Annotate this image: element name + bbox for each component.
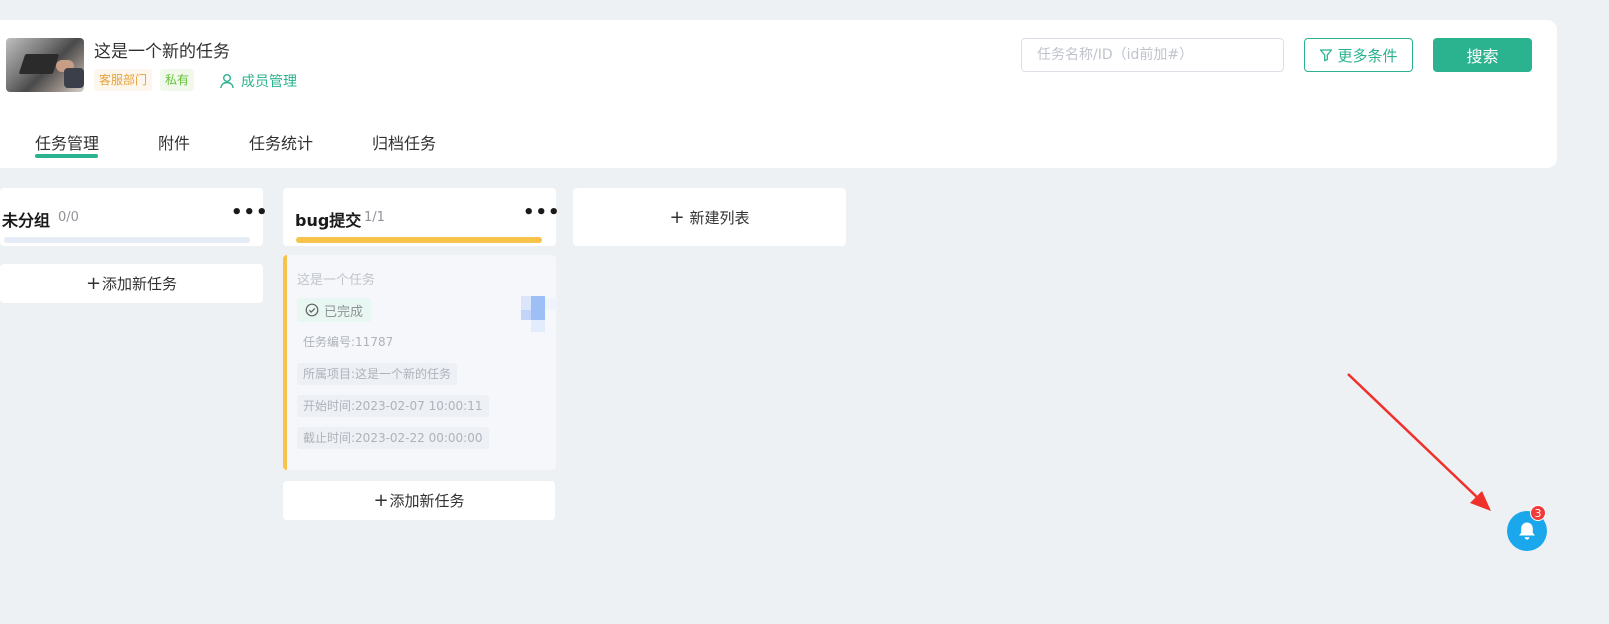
add-task-button[interactable]: + 添加新任务	[0, 264, 263, 303]
notification-count-badge: 3	[1530, 505, 1546, 521]
new-list-button[interactable]: + 新建列表	[573, 188, 846, 246]
check-circle-icon	[305, 303, 319, 317]
task-project: 所属项目:这是一个新的任务	[297, 363, 458, 385]
tab-task-statistics[interactable]: 任务统计	[249, 130, 313, 154]
search-button[interactable]: 搜索	[1433, 38, 1532, 72]
more-conditions-label: 更多条件	[1337, 46, 1398, 65]
plus-icon: +	[373, 490, 389, 511]
laptop-graphic	[18, 54, 60, 74]
add-task-label: 添加新任务	[389, 492, 465, 510]
column-title: bug提交	[295, 211, 362, 230]
column-title: 未分组	[2, 211, 51, 230]
tab-attachments[interactable]: 附件	[158, 130, 190, 154]
new-list-label: 新建列表	[689, 208, 750, 227]
project-title: 这是一个新的任务	[94, 42, 230, 62]
private-tag: 私有	[160, 69, 195, 91]
filter-icon	[1320, 49, 1333, 62]
status-label: 已完成	[324, 304, 364, 320]
column-header-bug: bug提交 1/1 •••	[283, 188, 560, 246]
member-management-link[interactable]: 成员管理	[219, 71, 297, 91]
task-deadline: 截止时间:2023-02-22 00:00:00	[297, 427, 489, 449]
department-tag: 客服部门	[94, 69, 153, 91]
column-progress-track	[296, 237, 542, 243]
task-search-input[interactable]	[1021, 38, 1284, 72]
column-progress-fill	[296, 237, 542, 243]
column-progress-track	[4, 237, 250, 243]
sleeve-graphic	[64, 68, 84, 88]
member-management-label: 成员管理	[241, 74, 297, 90]
add-task-label: 添加新任务	[102, 275, 178, 293]
column-count: 1/1	[364, 210, 385, 225]
task-title: 这是一个任务	[297, 273, 376, 288]
column-more-icon[interactable]: •••	[523, 202, 561, 223]
project-thumbnail	[6, 38, 84, 92]
bell-icon	[1519, 522, 1535, 540]
tab-archived-tasks[interactable]: 归档任务	[372, 130, 436, 154]
task-card[interactable]: 这是一个任务 已完成 任务编号:11787 所属项目:这是一个新的任务 开始时间…	[283, 255, 557, 470]
user-icon	[220, 74, 234, 89]
plus-icon: +	[669, 206, 685, 228]
add-task-button[interactable]: + 添加新任务	[283, 481, 555, 520]
column-count: 0/0	[58, 210, 79, 225]
column-header-ungrouped: 未分组 0/0 •••	[0, 188, 268, 246]
column-more-icon[interactable]: •••	[231, 202, 269, 223]
status-badge: 已完成	[297, 298, 372, 322]
task-number: 任务编号:11787	[303, 335, 394, 349]
more-conditions-button[interactable]: 更多条件	[1304, 38, 1413, 72]
assignee-avatar	[521, 296, 561, 334]
notification-button[interactable]: 3	[1507, 505, 1547, 551]
active-tab-indicator	[35, 154, 98, 158]
task-start-time: 开始时间:2023-02-07 10:00:11	[297, 395, 489, 417]
plus-icon: +	[85, 273, 102, 294]
tab-task-management[interactable]: 任务管理	[35, 130, 99, 154]
project-header: 这是一个新的任务 客服部门 私有 成员管理 更多条件 搜索 任务管理 附件 任务…	[0, 20, 1557, 168]
